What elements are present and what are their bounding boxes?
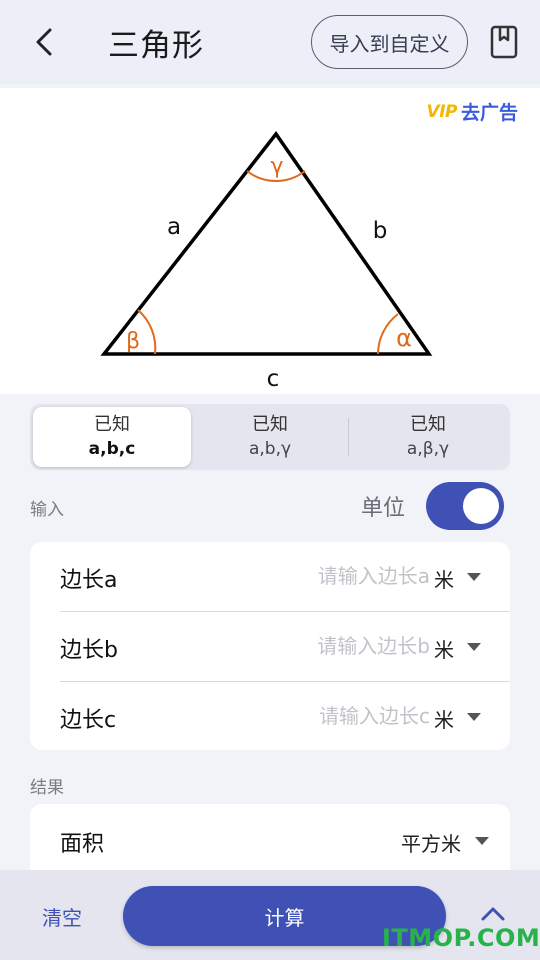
vip-badge: VIP — [426, 101, 458, 122]
caret-down-icon[interactable] — [475, 837, 489, 845]
side-a-label: a — [167, 214, 181, 240]
side-a-unit-select[interactable]: 米 — [434, 564, 454, 593]
back-button[interactable] — [26, 24, 62, 60]
mode-tab-line2: a,β,γ — [406, 439, 450, 459]
angle-beta-label: β — [126, 329, 140, 354]
angle-alpha-label: α — [396, 324, 412, 352]
caret-down-icon[interactable] — [467, 573, 481, 581]
bookmark-button[interactable] — [486, 22, 522, 62]
side-a-field-label: 边长a — [60, 568, 118, 593]
caret-down-icon[interactable] — [467, 643, 481, 651]
remove-ads-label: 去广告 — [460, 102, 518, 124]
mode-tab-line1: 已知 — [94, 414, 130, 435]
unit-toggle[interactable] — [426, 482, 504, 530]
side-b-label: b — [373, 218, 388, 244]
mode-tab-abc[interactable]: 已知 a,b,c — [33, 407, 191, 467]
angle-alpha-arc — [377, 313, 399, 355]
unit-toggle-label: 单位 — [361, 496, 406, 521]
result-section-title: 结果 — [30, 778, 64, 798]
triangle-shape — [100, 131, 433, 356]
mode-tab-abgamma[interactable]: 已知 a,b,γ — [191, 407, 349, 467]
mode-tab-line1: 已知 — [410, 414, 446, 435]
area-unit-select[interactable]: 平方米 — [401, 828, 461, 857]
bookmark-icon — [490, 25, 518, 59]
side-b-field-label: 边长b — [60, 638, 118, 663]
angle-beta-arc — [137, 309, 157, 355]
chevron-up-icon[interactable] — [478, 904, 508, 924]
import-to-custom-button[interactable]: 导入到自定义 — [311, 15, 468, 69]
mode-tab-line2: a,b,c — [88, 439, 136, 459]
angle-gamma-label: γ — [270, 154, 283, 179]
side-b-input[interactable] — [230, 626, 430, 666]
input-row-side-a: 边长a 米 — [30, 542, 510, 611]
caret-down-icon[interactable] — [467, 713, 481, 721]
side-a-input[interactable] — [230, 556, 430, 596]
input-row-side-b: 边长b 米 — [30, 612, 510, 681]
triangle-figure: γ β α a b c — [100, 131, 433, 392]
input-row-side-c: 边长c 米 — [30, 682, 510, 751]
known-values-selector: 已知 a,b,c 已知 a,b,γ 已知 a,β,γ — [30, 404, 510, 470]
area-result-label: 面积 — [60, 832, 105, 857]
side-b-unit-select[interactable]: 米 — [434, 634, 454, 663]
side-c-label: c — [267, 366, 280, 392]
bottom-action-bar: 清空 计算 ITMOP.COM — [0, 870, 540, 960]
triangle-diagram: γ β α a b c VIP 去广告 — [0, 88, 540, 394]
mode-tab-abetagamma[interactable]: 已知 a,β,γ — [349, 407, 507, 467]
side-c-input[interactable] — [230, 696, 430, 736]
app-header: 三角形 导入到自定义 — [0, 0, 540, 84]
mode-tab-line2: a,b,γ — [248, 439, 292, 459]
toggle-knob — [463, 488, 499, 524]
watermark-text: ITMOP.COM — [382, 924, 540, 952]
chevron-left-icon — [36, 28, 52, 56]
input-section-title: 输入 — [30, 500, 64, 520]
side-c-unit-select[interactable]: 米 — [434, 704, 454, 733]
remove-ads-link[interactable]: VIP 去广告 — [427, 98, 518, 125]
side-c-field-label: 边长c — [60, 708, 117, 733]
input-card: 边长a 米 边长b 米 边长c 米 — [30, 542, 510, 750]
page-title: 三角形 — [108, 28, 204, 64]
mode-tab-line1: 已知 — [252, 414, 288, 435]
clear-button[interactable]: 清空 — [42, 902, 82, 931]
